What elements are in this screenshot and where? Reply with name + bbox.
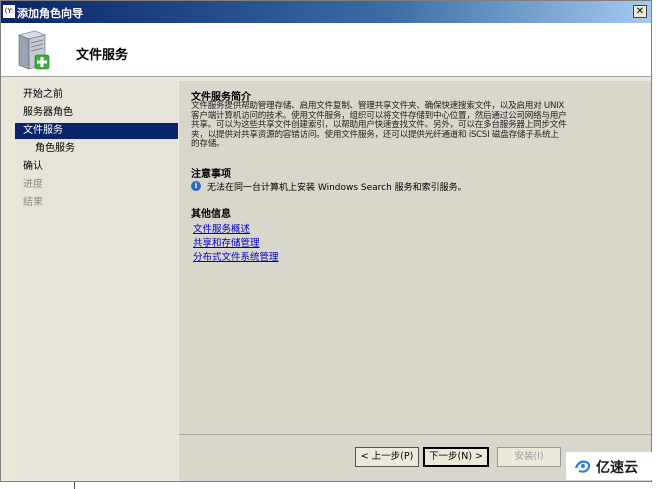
add-roles-wizard-window: (Y: 添加角色向导 ✕ 文件服务 开始之前 服务器角色 文件服务 角色服务 确…: [0, 0, 652, 482]
wizard-steps-nav: 开始之前 服务器角色 文件服务 角色服务 确认 进度 结果: [15, 81, 178, 479]
watermark: 亿速云: [566, 452, 656, 480]
intro-description: 文件服务提供帮助管理存储、启用文件复制、管理共享文件夹、确保快速搜索文件，以及启…: [191, 101, 639, 150]
content-pane: 文件服务简介 文件服务提供帮助管理存储、启用文件复制、管理共享文件夹、确保快速搜…: [179, 81, 651, 434]
server-role-icon: [18, 30, 50, 70]
close-icon[interactable]: ✕: [633, 5, 647, 18]
note-text: 无法在同一台计算机上安装 Windows Search 服务和索引服务。: [207, 183, 467, 193]
nav-item-role-services[interactable]: 角色服务: [15, 141, 178, 157]
page-title: 文件服务: [76, 48, 129, 63]
taskbar-edge: [0, 482, 662, 489]
nav-item-progress: 进度: [23, 179, 43, 190]
yisu-logo-icon: [574, 460, 591, 473]
window-title: 添加角色向导: [17, 7, 83, 20]
install-button: 安装(I): [497, 447, 561, 467]
title-bar[interactable]: (Y: 添加角色向导 ✕: [1, 1, 651, 23]
link-dfs-management[interactable]: 分布式文件系统管理: [193, 249, 279, 263]
app-icon: (Y:: [3, 5, 15, 18]
link-file-services-overview[interactable]: 文件服务概述: [193, 221, 250, 235]
nav-item-before-you-begin[interactable]: 开始之前: [15, 87, 178, 103]
nav-item-server-roles[interactable]: 服务器角色: [15, 105, 178, 121]
intro-line: 夹，以提供对共享资源的容错访问。使用文件服务，还可以提供光纤通道和 iSCSI …: [191, 129, 559, 140]
wizard-header: 文件服务: [1, 23, 651, 77]
watermark-text: 亿速云: [596, 460, 638, 476]
nav-item-file-services[interactable]: 文件服务: [15, 123, 178, 139]
info-icon: i: [191, 181, 201, 191]
more-info-heading: 其他信息: [191, 209, 231, 220]
next-button[interactable]: 下一步(N) >: [423, 447, 489, 467]
link-share-storage-management[interactable]: 共享和存储管理: [193, 235, 260, 249]
divider: [74, 482, 75, 489]
nav-item-confirmation[interactable]: 确认: [15, 159, 178, 175]
intro-line: 的存储。: [191, 139, 225, 149]
nav-item-results: 结果: [23, 197, 43, 208]
back-button[interactable]: < 上一步(P): [355, 447, 419, 467]
notes-heading: 注意事项: [191, 169, 231, 180]
